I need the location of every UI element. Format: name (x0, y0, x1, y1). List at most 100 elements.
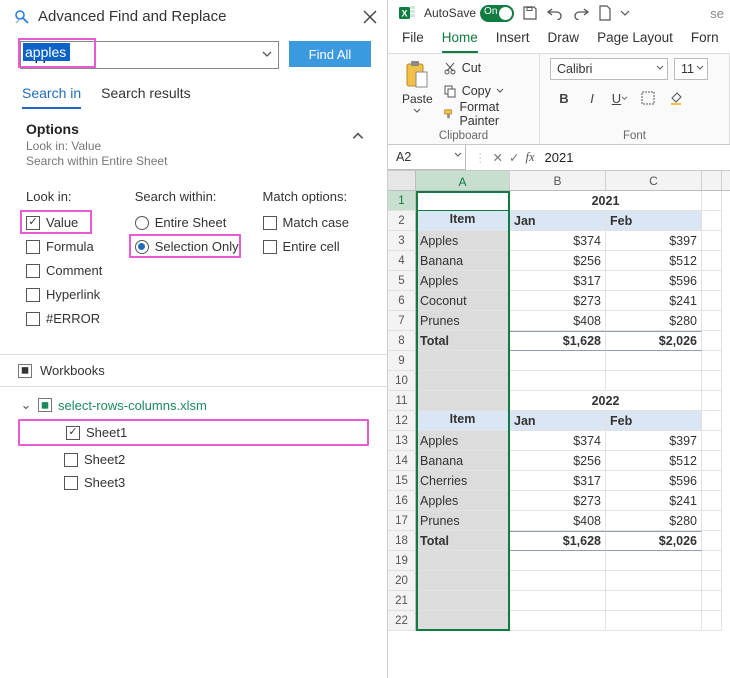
sheet-row-sheet2[interactable]: Sheet2 (18, 448, 369, 471)
cell[interactable]: $1,628 (510, 331, 606, 351)
save-icon[interactable] (522, 5, 538, 21)
cell[interactable] (702, 311, 722, 331)
row-header[interactable]: 2 (388, 211, 416, 231)
row-header[interactable]: 13 (388, 431, 416, 451)
cell[interactable] (416, 191, 510, 211)
cell[interactable]: Apples (416, 491, 510, 511)
tab-draw[interactable]: Draw (548, 30, 580, 53)
row-header[interactable]: 14 (388, 451, 416, 471)
row-header[interactable]: 9 (388, 351, 416, 371)
cell[interactable]: Item (416, 411, 510, 431)
row-header[interactable]: 12 (388, 411, 416, 431)
cell[interactable]: $317 (510, 271, 606, 291)
tab-insert[interactable]: Insert (496, 30, 530, 53)
col-header-blank[interactable] (702, 171, 722, 190)
cell[interactable] (702, 391, 722, 411)
format-painter-button[interactable]: Format Painter (443, 104, 529, 124)
row-header[interactable]: 19 (388, 551, 416, 571)
cell[interactable]: Prunes (416, 311, 510, 331)
year-header[interactable]: 2022 (510, 391, 702, 411)
italic-button[interactable]: I (578, 86, 606, 110)
cell[interactable] (416, 571, 510, 591)
cell[interactable]: Jan (510, 211, 606, 231)
row-header[interactable]: 17 (388, 511, 416, 531)
cell[interactable] (606, 551, 702, 571)
lookin-comment-checkbox[interactable]: Comment (26, 263, 125, 278)
row-header[interactable]: 11 (388, 391, 416, 411)
row-header[interactable]: 22 (388, 611, 416, 631)
cell[interactable] (510, 371, 606, 391)
cell[interactable] (416, 591, 510, 611)
cell[interactable]: $241 (606, 291, 702, 311)
cell[interactable]: $408 (510, 311, 606, 331)
cell[interactable] (702, 491, 722, 511)
cell[interactable] (702, 191, 722, 211)
fx-icon[interactable]: fx (525, 150, 534, 165)
lookin-hyperlink-checkbox[interactable]: Hyperlink (26, 287, 125, 302)
tab-search-in[interactable]: Search in (22, 85, 81, 109)
cell[interactable] (702, 351, 722, 371)
workbooks-header[interactable]: ◼ Workbooks (0, 354, 387, 387)
spreadsheet-grid[interactable]: A B C 120212ItemJanFeb3Apples$374$3974Ba… (388, 171, 730, 678)
accept-icon[interactable]: ✓ (509, 150, 519, 165)
font-name-combo[interactable]: Calibri (550, 58, 668, 80)
cell[interactable] (416, 551, 510, 571)
undo-icon[interactable] (546, 6, 564, 20)
cell[interactable] (702, 291, 722, 311)
entire-cell-checkbox[interactable]: Entire cell (263, 239, 367, 254)
row-header[interactable]: 7 (388, 311, 416, 331)
match-case-checkbox[interactable]: Match case (263, 215, 367, 230)
bold-button[interactable]: B (550, 86, 578, 110)
cell[interactable] (702, 431, 722, 451)
row-header[interactable]: 10 (388, 371, 416, 391)
cell[interactable] (702, 271, 722, 291)
cancel-icon[interactable]: ✕ (493, 150, 503, 165)
cell[interactable]: $280 (606, 311, 702, 331)
select-all-corner[interactable] (388, 171, 416, 190)
cell[interactable]: $512 (606, 451, 702, 471)
font-size-combo[interactable]: 11 (674, 58, 708, 80)
redo-icon[interactable] (572, 6, 590, 20)
tab-formulas-cut[interactable]: Forn (691, 30, 719, 53)
cell[interactable] (510, 351, 606, 371)
row-header[interactable]: 1 (388, 191, 416, 211)
cell[interactable] (416, 351, 510, 371)
col-header-a[interactable]: A (416, 171, 510, 190)
new-file-icon[interactable] (598, 5, 612, 21)
cell[interactable]: $596 (606, 471, 702, 491)
cell[interactable]: $241 (606, 491, 702, 511)
cell[interactable]: $374 (510, 431, 606, 451)
cell[interactable]: $256 (510, 451, 606, 471)
chevron-down-icon[interactable] (620, 8, 630, 18)
cell[interactable] (702, 591, 722, 611)
cell[interactable]: Apples (416, 271, 510, 291)
paste-button[interactable]: Paste (398, 58, 437, 124)
cell[interactable] (606, 591, 702, 611)
cut-button[interactable]: Cut (443, 58, 529, 78)
cell[interactable]: Banana (416, 451, 510, 471)
tab-file[interactable]: File (402, 30, 424, 53)
cell[interactable] (702, 531, 722, 551)
col-header-b[interactable]: B (510, 171, 606, 190)
tab-page-layout[interactable]: Page Layout (597, 30, 673, 53)
searchwithin-selection-radio[interactable]: Selection Only (135, 239, 253, 254)
cell[interactable] (606, 571, 702, 591)
cell[interactable]: Item (416, 211, 510, 231)
cell[interactable]: Jan (510, 411, 606, 431)
cell[interactable] (606, 351, 702, 371)
col-header-c[interactable]: C (606, 171, 702, 190)
cell[interactable]: $374 (510, 231, 606, 251)
cell[interactable]: Apples (416, 231, 510, 251)
cell[interactable] (702, 231, 722, 251)
cell[interactable]: Feb (606, 211, 702, 231)
formula-value[interactable]: 2021 (535, 150, 574, 165)
sheet-row-sheet3[interactable]: Sheet3 (18, 471, 369, 494)
cell[interactable]: $2,026 (606, 331, 702, 351)
searchwithin-entire-radio[interactable]: Entire Sheet (135, 215, 253, 230)
underline-button[interactable]: U (606, 86, 634, 110)
cell[interactable]: $256 (510, 251, 606, 271)
borders-button[interactable] (634, 86, 662, 110)
row-header[interactable]: 6 (388, 291, 416, 311)
row-header[interactable]: 5 (388, 271, 416, 291)
cell[interactable] (510, 591, 606, 611)
